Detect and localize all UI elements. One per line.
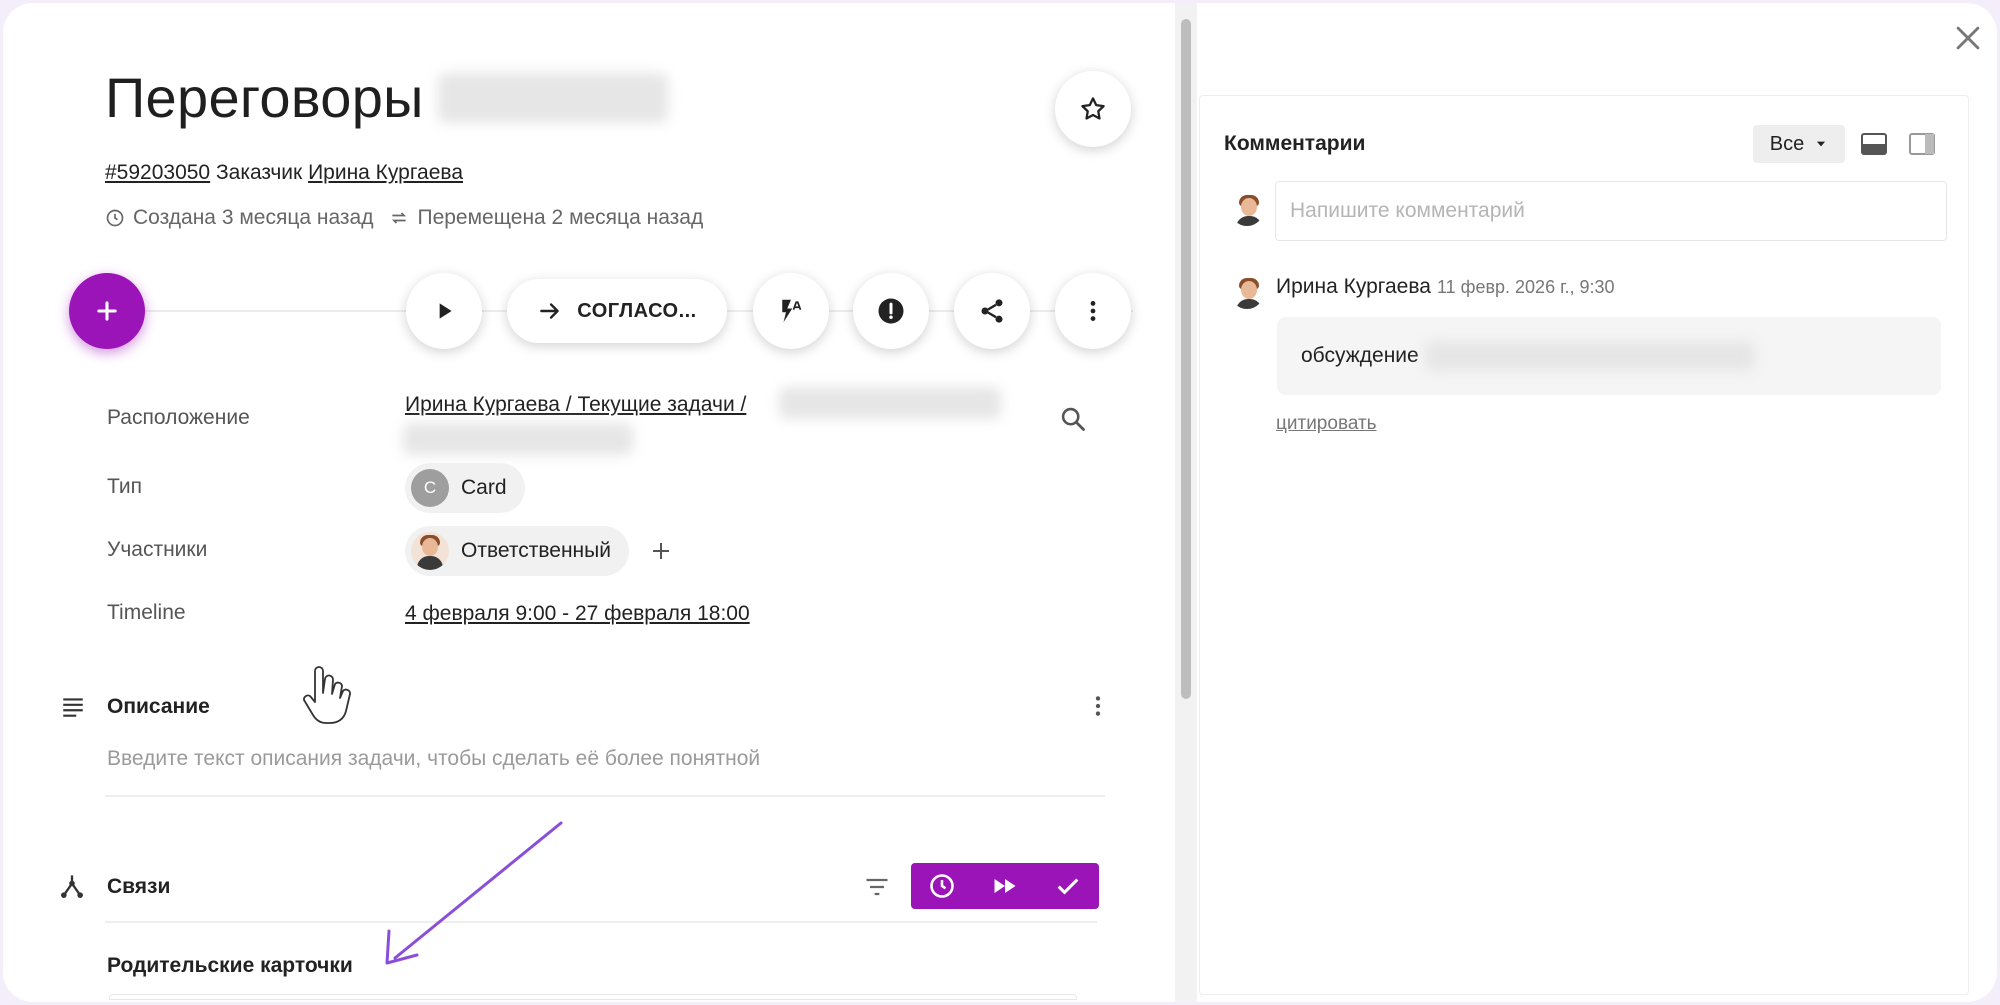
customer-label: Заказчик <box>215 161 303 184</box>
description-placeholder[interactable]: Введите текст описания задачи, чтобы сде… <box>107 747 760 771</box>
more-vert-icon <box>1090 301 1096 321</box>
participant-chip[interactable]: Ответственный <box>405 526 629 576</box>
comment-text: обсуждение <box>1301 344 1419 367</box>
links-title: Связи <box>107 875 171 898</box>
comment-bubble: обсуждение <box>1277 317 1941 395</box>
close-icon[interactable] <box>1951 21 1985 55</box>
type-avatar: C <box>411 469 449 507</box>
created-text: Создана 3 месяца назад <box>133 206 374 229</box>
timeline-value[interactable]: 4 февраля 9:00 - 27 февраля 18:00 <box>405 602 750 626</box>
redacted-location-part-2 <box>403 423 633 455</box>
clock-icon <box>106 209 124 227</box>
move-stage-button[interactable]: СОГЛАСО... <box>507 279 727 343</box>
description-icon <box>63 698 83 717</box>
type-label: Тип <box>107 475 143 498</box>
quote-link[interactable]: цитировать <box>1276 413 1377 435</box>
search-icon[interactable] <box>1059 405 1087 433</box>
participant-role: Ответственный <box>461 539 611 562</box>
card-id-link[interactable]: #59203050 <box>105 161 210 184</box>
description-more-icon[interactable] <box>1085 693 1111 719</box>
parent-cards-title: Родительские карточки <box>107 954 353 977</box>
task-card-window: Переговоры #59203050 Заказчик Ирина Кург… <box>3 3 1997 1002</box>
timeline-label: Timeline <box>107 601 186 624</box>
layout-bottom-icon[interactable] <box>1861 133 1887 155</box>
card-title-row: Переговоры <box>105 65 668 130</box>
location-link[interactable]: Ирина Кургаева / Текущие задачи / <box>405 393 746 417</box>
comment-input[interactable] <box>1275 181 1947 241</box>
links-icon <box>61 875 83 898</box>
clock-icon[interactable] <box>928 872 956 900</box>
comment-date: 11 февр. 2026 г., 9:30 <box>1436 277 1615 297</box>
filter-value: Все <box>1769 132 1805 155</box>
plus-icon <box>97 301 117 321</box>
start-timer-button[interactable] <box>406 273 482 349</box>
customer-name-link[interactable]: Ирина Кургаева <box>308 161 463 184</box>
card-details-panel: Переговоры #59203050 Заказчик Ирина Кург… <box>3 3 1173 1002</box>
card-title[interactable]: Переговоры <box>105 65 424 130</box>
location-label: Расположение <box>107 406 250 429</box>
alert-circle-icon <box>878 298 904 324</box>
user-avatar <box>411 532 449 570</box>
star-icon <box>1081 97 1105 120</box>
links-action-group <box>911 863 1099 909</box>
comment-author[interactable]: Ирина Кургаева <box>1276 275 1431 298</box>
add-button[interactable] <box>69 273 145 349</box>
more-options-button[interactable] <box>1055 273 1131 349</box>
check-icon[interactable] <box>1054 872 1082 900</box>
redacted-location-part <box>779 387 1001 419</box>
layout-side-icon[interactable] <box>1909 133 1935 155</box>
automation-button[interactable] <box>753 273 829 349</box>
comments-filter-select[interactable]: Все <box>1753 125 1845 163</box>
participants-label: Участники <box>107 538 208 561</box>
description-title: Описание <box>107 695 210 718</box>
redacted-title-part <box>437 72 668 123</box>
card-history-line: Создана 3 месяца назад Перемещена 2 меся… <box>105 206 703 230</box>
flash-auto-icon <box>782 299 802 323</box>
share-button[interactable] <box>954 273 1030 349</box>
arrow-right-icon <box>540 303 560 319</box>
priority-button[interactable] <box>853 273 929 349</box>
filter-icon[interactable] <box>863 873 891 901</box>
card-meta-line: #59203050 Заказчик Ирина Кургаева <box>105 161 463 185</box>
type-chip[interactable]: C Card <box>405 463 525 513</box>
comment-author-avatar <box>1230 275 1264 309</box>
add-participant-icon[interactable] <box>649 539 673 563</box>
links-divider <box>105 921 1097 923</box>
share-icon <box>981 299 1003 323</box>
description-divider <box>105 795 1105 797</box>
current-user-avatar <box>1230 192 1264 226</box>
stage-label: СОГЛАСО... <box>577 299 697 322</box>
type-value: Card <box>461 476 507 499</box>
fast-forward-icon[interactable] <box>991 872 1019 900</box>
scrollbar-thumb[interactable] <box>1181 19 1191 699</box>
play-icon <box>439 303 452 319</box>
comments-title: Комментарии <box>1224 132 1366 155</box>
moved-text: Перемещена 2 месяца назад <box>417 206 704 229</box>
chevron-down-icon <box>1817 141 1826 147</box>
redacted-comment-part <box>1424 341 1755 371</box>
swap-icon <box>392 212 407 224</box>
comment-header: Ирина Кургаева 11 февр. 2026 г., 9:30 <box>1276 275 1614 299</box>
parent-card-item[interactable] <box>109 994 1077 1000</box>
favorite-button[interactable] <box>1055 71 1131 147</box>
